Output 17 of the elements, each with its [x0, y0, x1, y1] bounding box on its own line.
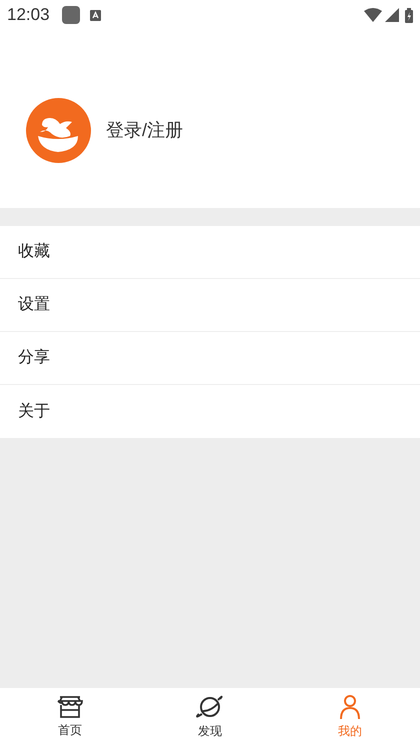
keyboard-icon — [90, 10, 101, 20]
status-time: 12:03 — [7, 4, 50, 26]
wifi-icon — [364, 8, 382, 22]
menu-item[interactable]: 关于 — [18, 400, 50, 424]
storefront-icon — [57, 695, 83, 719]
planet-icon — [196, 694, 224, 720]
menu-item[interactable]: 收藏 — [18, 240, 50, 264]
login-register-link[interactable]: 登录/注册 — [106, 116, 184, 144]
battery-icon — [405, 8, 413, 22]
menu-item[interactable]: 分享 — [18, 346, 50, 370]
signal-icon — [385, 8, 399, 22]
avatar-logo-icon — [26, 98, 91, 162]
app-icon — [62, 6, 80, 24]
person-icon — [338, 694, 362, 720]
nav-tab[interactable]: 发现 — [140, 688, 280, 746]
nav-tab[interactable]: 首页 — [0, 688, 140, 746]
menu-item[interactable]: 设置 — [18, 293, 50, 317]
